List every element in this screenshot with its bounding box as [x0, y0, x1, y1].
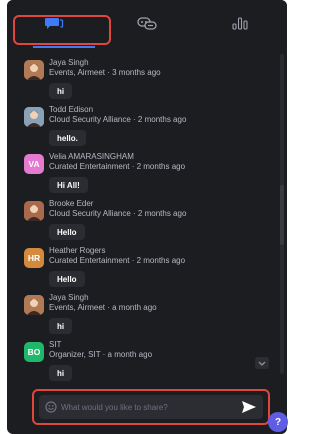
scroll-down-button[interactable] [255, 357, 269, 369]
message-composer [39, 395, 263, 419]
chat-panel: Jaya Singh Events, Airmeet · 3 months ago… [7, 0, 287, 434]
composer-highlight [32, 389, 270, 425]
sender-meta: Cloud Security Alliance · 2 months ago [49, 115, 187, 124]
sender-name[interactable]: Brooke Eder [49, 199, 93, 209]
tab-polls[interactable] [194, 0, 287, 50]
avatar[interactable] [24, 107, 44, 127]
sender-name[interactable]: Jaya Singh [49, 293, 89, 303]
active-tab-indicator [33, 46, 95, 48]
message-input[interactable] [57, 395, 241, 419]
tab-bar [7, 0, 287, 50]
scrollbar-thumb[interactable] [280, 185, 284, 245]
sender-meta: Events, Airmeet · a month ago [49, 303, 157, 312]
people-chat-icon [136, 16, 158, 35]
sender-meta: Curated Entertainment · 2 months ago [49, 256, 186, 265]
avatar[interactable]: HR [24, 248, 44, 268]
avatar[interactable]: VA [24, 154, 44, 174]
help-button[interactable]: ? [268, 412, 288, 432]
message-bubble: hi [49, 318, 73, 334]
avatar[interactable] [24, 295, 44, 315]
poll-icon [230, 16, 250, 35]
avatar[interactable]: BO [24, 342, 44, 362]
sender-meta: Cloud Security Alliance · 2 months ago [49, 209, 187, 218]
emoji-icon[interactable] [45, 401, 57, 413]
send-icon[interactable] [241, 400, 257, 414]
sender-meta: Organizer, SIT · a month ago [49, 350, 153, 359]
message-list[interactable]: Jaya Singh Events, Airmeet · 3 months ago… [7, 54, 287, 384]
tab-people[interactable] [100, 0, 193, 50]
message-bubble: Hi All! [49, 177, 88, 193]
sender-name[interactable]: Heather Rogers [49, 246, 105, 256]
sender-name[interactable]: SIT [49, 340, 61, 350]
sender-name[interactable]: Todd Edison [49, 105, 93, 115]
message-bubble: hello. [49, 130, 86, 146]
message-bubble: hi [49, 365, 73, 381]
sender-name[interactable]: Velia AMARASINGHAM [49, 152, 134, 162]
message-bubble: Hello [49, 271, 85, 287]
sender-meta: Curated Entertainment · 2 months ago [49, 162, 186, 171]
sender-name[interactable]: Jaya Singh [49, 58, 89, 68]
chevron-down-icon [258, 354, 266, 372]
active-tab-highlight [13, 15, 111, 45]
sender-meta: Events, Airmeet · 3 months ago [49, 68, 161, 77]
message-bubble: hi [49, 83, 73, 99]
avatar[interactable] [24, 201, 44, 221]
avatar[interactable] [24, 60, 44, 80]
message-bubble: Hello [49, 224, 85, 240]
